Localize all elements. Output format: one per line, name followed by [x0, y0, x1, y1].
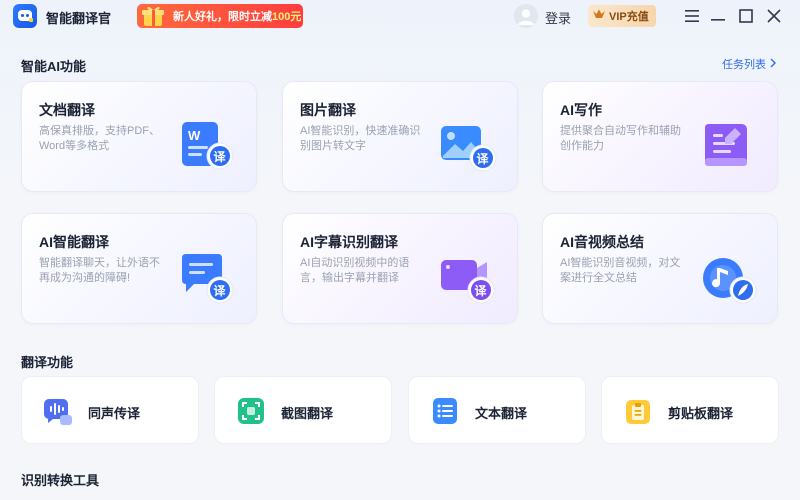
task-list-label: 任务列表: [722, 59, 766, 71]
ai-card-title: 文档翻译: [39, 102, 95, 118]
promo-amount: 100元: [272, 11, 302, 23]
minimize-icon[interactable]: [708, 6, 728, 26]
tool-label: 文本翻译: [475, 406, 528, 421]
ai-section-title: 智能AI功能: [21, 59, 87, 74]
badge-text: 译: [475, 284, 488, 298]
badge-text: 译: [214, 150, 227, 164]
ai-card-desc: AI智能识别，快速准确识别图片转文字: [300, 125, 421, 152]
promo-text-prefix: 新人好礼，限时立减: [173, 11, 272, 23]
ai-card-desc: 高保真排版，支持PDF、Word等多格式: [39, 125, 160, 152]
ai-card-title: AI音视频总结: [560, 234, 644, 250]
ai-card-ai-writing[interactable]: AI写作 提供聚合自动写作和辅助创作能力: [542, 81, 778, 192]
close-icon[interactable]: [764, 6, 784, 26]
menu-icon[interactable]: [682, 6, 702, 26]
svg-text:W: W: [188, 128, 201, 143]
tool-card-text-translate[interactable]: 文本翻译: [408, 376, 586, 444]
tool-label: 截图翻译: [281, 406, 334, 421]
text-list-icon: [431, 397, 459, 425]
title-bar: 智能翻译官 新人好礼，限时立减100元 登录 VIP充值: [0, 0, 800, 32]
badge-text: 译: [214, 284, 227, 298]
chevron-right-icon: [769, 58, 777, 71]
avatar[interactable]: [514, 4, 538, 28]
word-document-icon: W 译: [176, 114, 240, 178]
app-title: 智能翻译官: [46, 11, 112, 26]
ai-card-desc: AI自动识别视频中的语言，输出字幕并翻译: [300, 257, 410, 284]
writing-icon: [697, 114, 761, 178]
ai-card-ai-smart-translate[interactable]: AI智能翻译 智能翻译聊天，让外语不再成为沟通的障碍! 译: [21, 213, 257, 324]
promo-text: 新人好礼，限时立减100元: [173, 8, 301, 24]
ai-card-title: AI字幕识别翻译: [300, 234, 398, 250]
tool-card-screenshot-translate[interactable]: 截图翻译: [214, 376, 392, 444]
screenshot-icon: [237, 397, 265, 425]
translate-section-title: 翻译功能: [21, 355, 74, 370]
ai-card-av-summary[interactable]: AI音视频总结 AI智能识别音视频，对文案进行全文总结: [542, 213, 778, 324]
task-list-link[interactable]: 任务列表: [722, 56, 777, 72]
tool-card-simultaneous-interpretation[interactable]: 同声传译: [21, 376, 199, 444]
ai-card-document-translate[interactable]: 文档翻译 高保真排版，支持PDF、Word等多格式 W 译: [21, 81, 257, 192]
ai-card-title: AI写作: [560, 102, 602, 118]
app-logo-icon: [13, 4, 37, 28]
music-note-icon: [697, 246, 761, 310]
audio-waves-icon: [44, 397, 72, 425]
bottom-edge: [0, 488, 800, 500]
app-window: 智能翻译官 新人好礼，限时立减100元 登录 VIP充值 智能AI功能 任务列表…: [0, 0, 800, 500]
clipboard-icon: [624, 397, 652, 425]
ai-card-subtitle-translate[interactable]: AI字幕识别翻译 AI自动识别视频中的语言，输出字幕并翻译 译: [282, 213, 518, 324]
ai-card-title: AI智能翻译: [39, 234, 109, 250]
vip-recharge-button[interactable]: VIP充值: [588, 5, 656, 27]
tool-label: 剪贴板翻译: [668, 406, 734, 421]
vip-crown-icon: [592, 7, 606, 26]
ai-card-image-translate[interactable]: 图片翻译 AI智能识别，快速准确识别图片转文字 译: [282, 81, 518, 192]
image-icon: 译: [437, 114, 501, 178]
gift-icon: [137, 4, 171, 28]
tool-label: 同声传译: [88, 406, 141, 421]
ai-card-title: 图片翻译: [300, 102, 356, 118]
maximize-icon[interactable]: [736, 6, 756, 26]
convert-section-title: 识别转换工具: [21, 473, 100, 488]
tool-card-clipboard-translate[interactable]: 剪贴板翻译: [601, 376, 779, 444]
ai-card-desc: 智能翻译聊天，让外语不再成为沟通的障碍!: [39, 257, 160, 284]
video-camera-icon: 译: [437, 246, 501, 310]
ai-card-desc: 提供聚合自动写作和辅助创作能力: [560, 125, 681, 152]
vip-label: VIP充值: [609, 11, 649, 23]
ai-card-desc: AI智能识别音视频，对文案进行全文总结: [560, 257, 681, 284]
login-link[interactable]: 登录: [545, 8, 571, 27]
badge-text: 译: [477, 152, 490, 166]
promo-banner[interactable]: 新人好礼，限时立减100元: [137, 4, 303, 28]
chat-bubble-icon: 译: [176, 246, 240, 310]
